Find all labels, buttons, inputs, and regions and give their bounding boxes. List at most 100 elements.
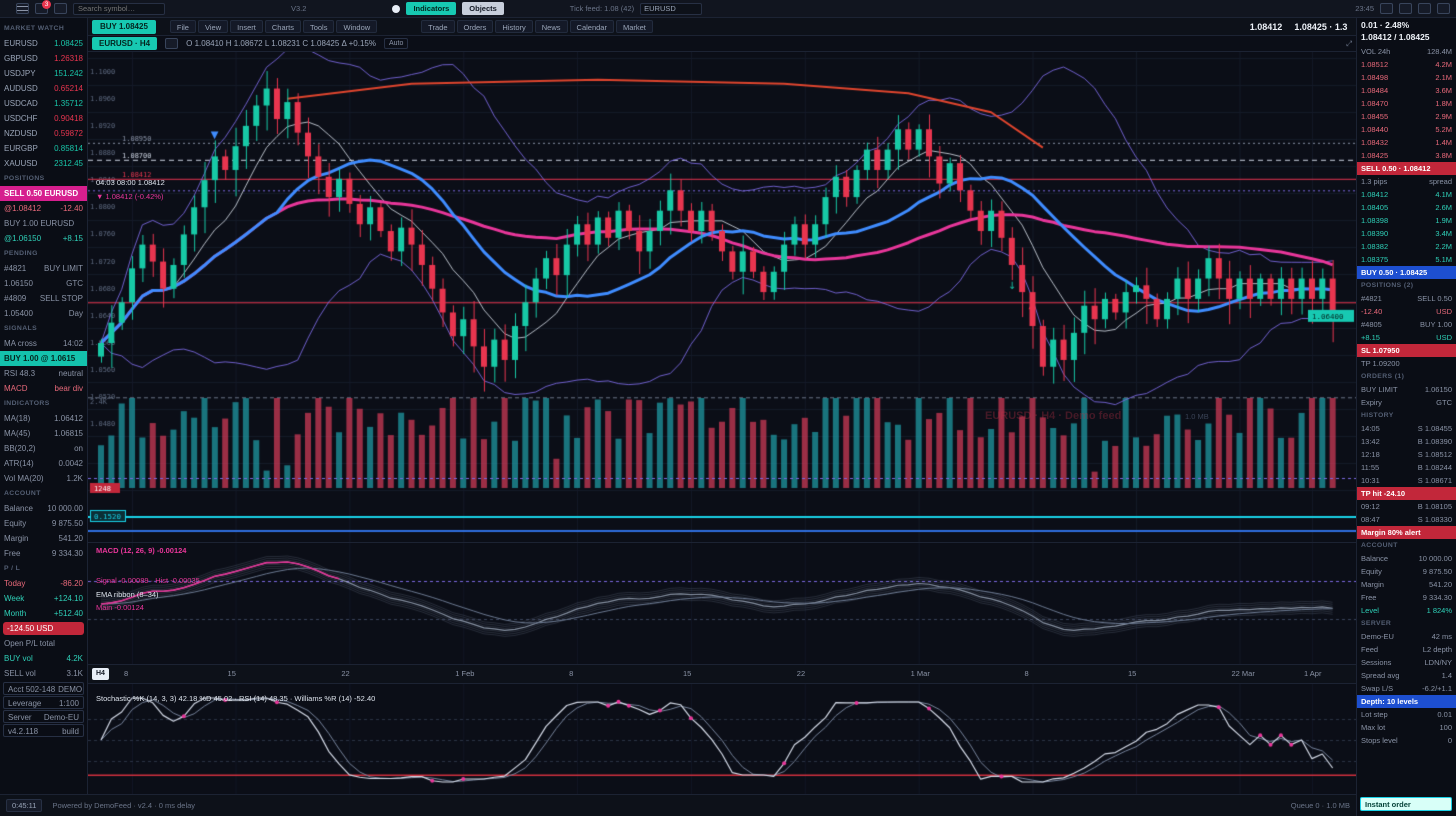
auto-chip[interactable]: Auto <box>384 38 408 49</box>
list-item[interactable]: Spread avg1.4 <box>1357 669 1456 682</box>
list-item[interactable]: MACDbear div <box>0 381 87 396</box>
list-item[interactable]: #4805BUY 1.00 <box>1357 318 1456 331</box>
menu-item-insert[interactable]: Insert <box>230 20 263 33</box>
grid-icon[interactable] <box>1399 3 1412 14</box>
list-item[interactable]: @1.06150+8.15 <box>0 231 87 246</box>
list-item[interactable]: USDJPY151.242 <box>0 66 87 81</box>
list-item[interactable]: FeedL2 depth <box>1357 643 1456 656</box>
list-item[interactable]: SessionsLDN/NY <box>1357 656 1456 669</box>
macd-panel-canvas[interactable] <box>88 542 1356 665</box>
list-item[interactable]: BUY 0.50 · 1.08425 <box>1357 266 1456 279</box>
list-item[interactable]: -12.40USD <box>1357 305 1456 318</box>
list-item[interactable]: Balance10 000.00 <box>1357 552 1456 565</box>
tab-history[interactable]: History <box>495 20 532 33</box>
list-item[interactable]: Equity9 875.50 <box>1357 565 1456 578</box>
list-item[interactable]: Free9 334.30 <box>1357 591 1456 604</box>
list-item[interactable]: -124.50 USD <box>3 622 84 635</box>
user-icon[interactable] <box>1418 3 1431 14</box>
list-item[interactable]: 1.3 pipsspread <box>1357 175 1456 188</box>
list-item[interactable]: 1.084052.6M <box>1357 201 1456 214</box>
list-item[interactable]: BB(20,2)on <box>0 441 87 456</box>
list-item[interactable]: 1.084321.4M <box>1357 136 1456 149</box>
list-item[interactable]: ATR(14)0.0042 <box>0 456 87 471</box>
menu-item-view[interactable]: View <box>198 20 228 33</box>
list-item[interactable]: ExpiryGTC <box>1357 396 1456 409</box>
list-item[interactable]: SELL vol3.1K <box>0 666 87 681</box>
list-item[interactable]: #4821BUY LIMIT <box>0 261 87 276</box>
list-item[interactable]: 1.06150GTC <box>0 276 87 291</box>
price-chart-canvas[interactable] <box>88 52 1356 542</box>
menu-item-window[interactable]: Window <box>336 20 377 33</box>
menu-icon[interactable] <box>16 3 29 14</box>
list-item[interactable]: 11:55B 1.08244 <box>1357 461 1456 474</box>
list-item[interactable]: BUY 1.00 @ 1.0615 <box>0 351 87 366</box>
list-item[interactable]: Vol MA(20)1.2K <box>0 471 87 486</box>
tab-market[interactable]: Market <box>616 20 653 33</box>
list-item[interactable]: Leverage1:100 <box>3 696 84 709</box>
list-item[interactable]: 12:18S 1.08512 <box>1357 448 1456 461</box>
list-item[interactable]: Max lot100 <box>1357 721 1456 734</box>
list-item[interactable]: 14:05S 1.08455 <box>1357 422 1456 435</box>
list-item[interactable]: Equity9 875.50 <box>0 516 87 531</box>
list-item[interactable]: AUDUSD0.65214 <box>0 81 87 96</box>
list-item[interactable]: RSI 48.3neutral <box>0 366 87 381</box>
list-item[interactable]: 08:47S 1.08330 <box>1357 513 1456 526</box>
list-item[interactable]: 1.084552.9M <box>1357 110 1456 123</box>
menu-item-tools[interactable]: Tools <box>303 20 335 33</box>
list-item[interactable]: Acct 502-148DEMO <box>3 682 84 695</box>
list-item[interactable]: Margin541.20 <box>1357 578 1456 591</box>
list-item[interactable]: Free9 334.30 <box>0 546 87 561</box>
list-item[interactable]: Demo-EU42 ms <box>1357 630 1456 643</box>
list-item[interactable]: MA(18)1.06412 <box>0 411 87 426</box>
list-item[interactable]: @1.08412-12.40 <box>0 201 87 216</box>
list-item[interactable]: Margin541.20 <box>0 531 87 546</box>
list-item[interactable]: ServerDemo-EU <box>3 710 84 723</box>
list-item[interactable]: EURUSD1.08425 <box>0 36 87 51</box>
list-item[interactable]: EURGBP0.85814 <box>0 141 87 156</box>
list-item[interactable]: Lot step0.01 <box>1357 708 1456 721</box>
expand-icon[interactable]: ⤢ <box>1346 39 1352 49</box>
list-item[interactable]: 1.084701.8M <box>1357 97 1456 110</box>
list-item[interactable]: BUY vol4.2K <box>0 651 87 666</box>
list-item[interactable]: 1.084843.6M <box>1357 84 1456 97</box>
list-item[interactable]: Swap L/S-6.2/+1.1 <box>1357 682 1456 695</box>
candles-icon[interactable] <box>54 3 67 14</box>
layout-icon[interactable]: 3 <box>35 3 48 14</box>
list-item[interactable]: USDCHF0.90418 <box>0 111 87 126</box>
list-item[interactable]: 1.084405.2M <box>1357 123 1456 136</box>
list-item[interactable]: 1.084982.1M <box>1357 71 1456 84</box>
list-item[interactable]: +8.15USD <box>1357 331 1456 344</box>
tab-orders[interactable]: Orders <box>457 20 494 33</box>
search-input[interactable] <box>73 3 165 15</box>
chart-type-icon[interactable] <box>165 38 178 49</box>
list-item[interactable]: TP hit -24.10 <box>1357 487 1456 500</box>
list-item[interactable]: GBPUSD1.26318 <box>0 51 87 66</box>
list-item[interactable]: 1.083822.2M <box>1357 240 1456 253</box>
list-item[interactable]: MA cross14:02 <box>0 336 87 351</box>
record-icon[interactable] <box>392 5 400 13</box>
buy-button[interactable]: BUY 1.08425 <box>92 20 156 34</box>
list-item[interactable]: Open P/L total <box>0 636 87 651</box>
oscillator-panel-canvas[interactable] <box>88 684 1356 794</box>
tab-trade[interactable]: Trade <box>421 20 454 33</box>
symbol-input[interactable] <box>640 3 702 15</box>
list-item[interactable]: v4.2.118build <box>3 724 84 737</box>
list-item[interactable]: #4809SELL STOP <box>0 291 87 306</box>
indicators-button[interactable]: Indicators <box>406 2 456 15</box>
list-item[interactable]: 09:12B 1.08105 <box>1357 500 1456 513</box>
order-comment-input[interactable] <box>1360 797 1452 811</box>
list-item[interactable]: 1.083903.4M <box>1357 227 1456 240</box>
list-item[interactable]: Level1 824% <box>1357 604 1456 617</box>
list-item[interactable]: Balance10 000.00 <box>0 501 87 516</box>
list-item[interactable]: 1.083981.9M <box>1357 214 1456 227</box>
list-item[interactable]: 10:31S 1.08671 <box>1357 474 1456 487</box>
list-item[interactable]: TP 1.09200 <box>1357 357 1456 370</box>
symbol-tag[interactable]: EURUSD · H4 <box>92 37 157 50</box>
list-item[interactable]: Margin 80% alert <box>1357 526 1456 539</box>
tab-news[interactable]: News <box>535 20 568 33</box>
list-item[interactable]: 1.085124.2M <box>1357 58 1456 71</box>
list-item[interactable]: BUY 1.00 EURUSD <box>0 216 87 231</box>
menu-item-charts[interactable]: Charts <box>265 20 301 33</box>
list-item[interactable]: Month+512.40 <box>0 606 87 621</box>
list-item[interactable]: Depth: 10 levels <box>1357 695 1456 708</box>
